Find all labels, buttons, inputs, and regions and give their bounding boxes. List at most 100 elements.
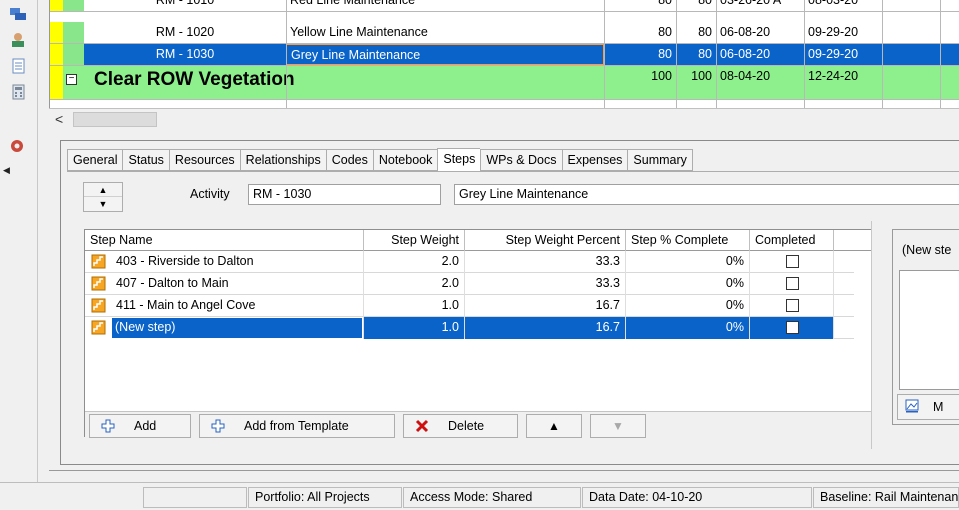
tab-relationships[interactable]: Relationships — [239, 149, 326, 171]
expand-arrow-icon[interactable]: ◀ — [3, 165, 10, 176]
move-step-up-button[interactable]: ▲ — [526, 414, 582, 438]
wbs-name: Clear ROW Vegetation — [94, 69, 295, 90]
step-row[interactable]: 407 - Dalton to Main 2.0 33.3 0% — [85, 273, 854, 295]
detail-tabs: General Status Resources Relationships C… — [67, 148, 693, 172]
activity-id: RM - 1010 — [155, 0, 215, 7]
status-empty-pane — [143, 487, 247, 508]
step-notes-area[interactable] — [899, 270, 959, 390]
column-divider — [716, 0, 717, 108]
horizontal-scrollbar[interactable]: < — [49, 108, 959, 130]
column-header-completed[interactable]: Completed — [750, 230, 834, 251]
activity-name[interactable]: Grey Line Maintenance — [286, 44, 604, 65]
tab-steps[interactable]: Steps — [437, 148, 481, 172]
finish-date: 09-29-20 — [808, 25, 859, 39]
activity-id: RM - 1030 — [155, 47, 215, 61]
step-name-edit[interactable]: (New step) — [112, 318, 362, 338]
calculator-icon[interactable] — [9, 84, 27, 100]
column-header-step-complete[interactable]: Step % Complete — [626, 230, 750, 251]
step-percent-complete: 0% — [626, 273, 750, 295]
tab-resources[interactable]: Resources — [168, 149, 240, 171]
tab-notebook[interactable]: Notebook — [372, 149, 438, 171]
status-portfolio: Portfolio: All Projects — [248, 487, 402, 508]
arrow-down-icon: ▼ — [612, 419, 624, 433]
collapse-toggle-icon[interactable]: − — [63, 66, 84, 99]
completed-checkbox[interactable] — [786, 277, 799, 290]
row-color-band — [63, 0, 84, 11]
tab-wps-docs[interactable]: WPs & Docs — [480, 149, 562, 171]
activity-navigator: ▲ ▼ — [83, 182, 123, 212]
row-color-band — [63, 22, 84, 43]
row-color-band — [50, 22, 63, 43]
step-icon — [91, 276, 106, 291]
activity-name-field[interactable]: Grey Line Maintenance — [454, 184, 959, 205]
step-weight-percent: 33.3 — [465, 273, 626, 295]
step-row[interactable]: 411 - Main to Angel Cove 1.0 16.7 0% — [85, 295, 854, 317]
delete-step-button[interactable]: Delete — [403, 414, 518, 438]
add-step-label: Add — [134, 419, 157, 433]
step-weight: 2.0 — [364, 251, 465, 273]
step-weight: 2.0 — [364, 273, 465, 295]
column-header-step-name[interactable]: Step Name — [85, 230, 364, 251]
duration: 80 — [698, 0, 712, 7]
table-row[interactable]: RM - 1020 Yellow Line Maintenance 80 80 … — [50, 22, 959, 44]
column-divider — [676, 0, 677, 108]
add-from-template-button[interactable]: Add from Template — [199, 414, 395, 438]
column-header-step-weight[interactable]: Step Weight — [364, 230, 465, 251]
wbs-row[interactable]: − Clear ROW Vegetation 100 100 08-04-20 … — [50, 66, 959, 100]
duration: 80 — [658, 25, 672, 39]
add-from-template-label: Add from Template — [244, 419, 349, 433]
column-divider — [882, 0, 883, 108]
completed-checkbox[interactable] — [786, 299, 799, 312]
previous-activity-icon[interactable]: ▲ — [84, 183, 122, 197]
row-color-band — [63, 44, 84, 65]
delete-step-label: Delete — [448, 419, 485, 433]
modify-button[interactable]: M — [897, 394, 959, 420]
scroll-left-icon[interactable]: < — [55, 111, 63, 127]
step-name-cell: (New step) — [85, 317, 364, 339]
step-weight-percent: 16.7 — [465, 295, 626, 317]
step-row[interactable]: 403 - Riverside to Dalton 2.0 33.3 0% — [85, 251, 854, 273]
status-bar: Portfolio: All Projects Access Mode: Sha… — [0, 482, 959, 510]
table-row[interactable]: RM - 1010 Red Line Maintenance 80 80 03-… — [50, 0, 959, 12]
modify-label: M — [933, 400, 944, 414]
column-divider — [286, 0, 287, 108]
status-baseline: Baseline: Rail Maintenanc — [813, 487, 959, 508]
tools-icon[interactable] — [9, 138, 27, 154]
table-row-selected[interactable]: RM - 1030 Grey Line Maintenance 80 80 06… — [50, 44, 959, 66]
column-divider — [604, 0, 605, 108]
activity-id-field[interactable]: RM - 1030 — [248, 184, 441, 205]
tab-expenses[interactable]: Expenses — [561, 149, 628, 171]
step-name-cell: 411 - Main to Angel Cove — [85, 295, 364, 317]
move-step-down-button[interactable]: ▼ — [590, 414, 646, 438]
projects-icon[interactable] — [9, 6, 27, 22]
completed-cell — [750, 251, 834, 273]
reports-icon[interactable] — [9, 58, 27, 74]
panel-bottom-border — [49, 470, 959, 471]
completed-checkbox[interactable] — [786, 321, 799, 334]
edit-image-icon — [905, 399, 919, 416]
duration: 100 — [651, 69, 672, 83]
tab-summary[interactable]: Summary — [627, 149, 693, 171]
start-date: 08-04-20 — [720, 69, 771, 83]
completed-checkbox[interactable] — [786, 255, 799, 268]
left-toolbar: ◀ — [0, 0, 38, 482]
next-activity-icon[interactable]: ▼ — [84, 197, 122, 211]
tab-codes[interactable]: Codes — [325, 149, 373, 171]
completed-cell — [750, 317, 834, 339]
finish-date: 12-24-20 — [808, 69, 859, 83]
resources-icon[interactable] — [9, 32, 27, 48]
start-date: 06-08-20 — [720, 25, 771, 39]
add-step-button[interactable]: Add — [89, 414, 191, 438]
step-row-selected[interactable]: (New step) 1.0 16.7 0% — [85, 317, 854, 339]
duration: 80 — [698, 25, 712, 39]
column-header-step-weight-percent[interactable]: Step Weight Percent — [465, 230, 626, 251]
status-access-mode: Access Mode: Shared — [403, 487, 581, 508]
tab-status[interactable]: Status — [122, 149, 169, 171]
step-icon — [91, 298, 106, 313]
duration: 80 — [698, 47, 712, 61]
steps-grid: Step Name Step Weight Step Weight Percen… — [84, 229, 875, 438]
scroll-thumb[interactable] — [73, 112, 157, 127]
step-weight-percent: 33.3 — [465, 251, 626, 273]
activity-details-panel: General Status Resources Relationships C… — [60, 140, 959, 465]
tab-general[interactable]: General — [67, 149, 123, 171]
